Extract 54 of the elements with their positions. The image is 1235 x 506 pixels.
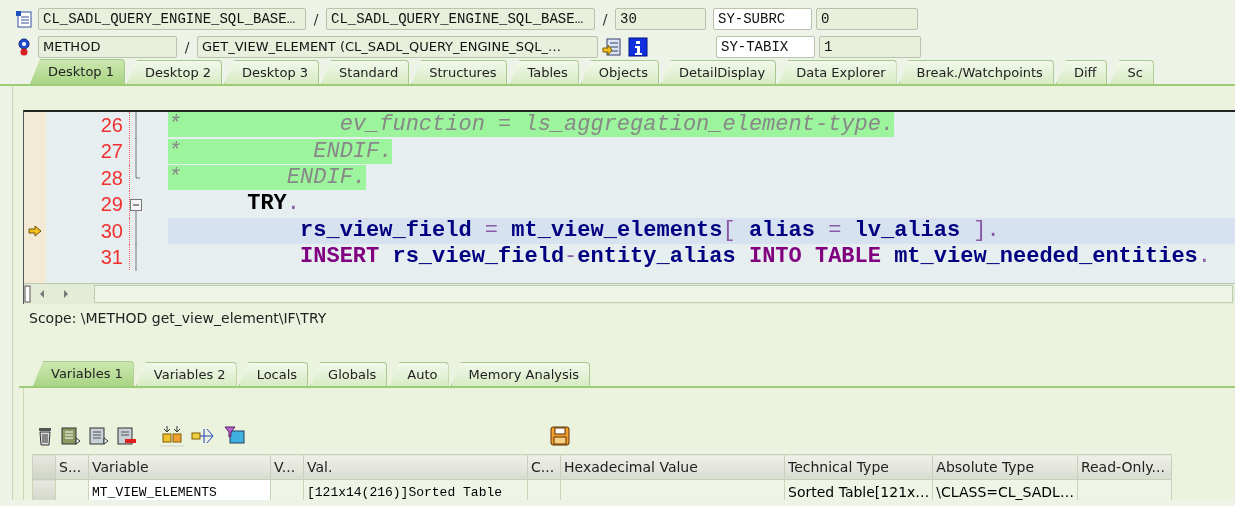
column-header[interactable]: Hexadecimal Value [560, 454, 785, 480]
code-line: TRY. [247, 191, 301, 218]
column-header[interactable]: Val. [303, 454, 528, 480]
info-icon[interactable] [628, 37, 648, 57]
tab[interactable]: Locals [238, 362, 309, 386]
include-field: CL_SADL_QUERY_ENGINE_SQL_BASE… [326, 8, 595, 30]
separator: / [601, 11, 609, 27]
column-header[interactable]: V... [270, 454, 304, 480]
tab[interactable]: Standard [321, 60, 410, 84]
system-field-name: SY-TABIX [716, 36, 815, 58]
tab[interactable]: Auto [389, 362, 449, 386]
event-field: GET_VIEW_ELEMENT (CL_SADL_QUERY_ENGINE_SQL_… [197, 36, 598, 58]
document-icon[interactable] [60, 426, 82, 446]
program-field: CL_SADL_QUERY_ENGINE_SQL_BASE… [38, 8, 306, 30]
system-field-value: 1 [819, 36, 921, 58]
tab[interactable]: Tables [509, 60, 579, 84]
scope-text: Scope: \METHOD get_view_element\IF\TRY [29, 310, 328, 328]
tab[interactable]: Variables 1 [33, 361, 134, 386]
tab[interactable]: Objects [580, 60, 659, 84]
tab[interactable]: DetailDisplay [660, 60, 777, 84]
tab[interactable]: Memory Analysis [450, 362, 591, 386]
navigate-icon[interactable] [602, 37, 622, 57]
tab[interactable]: Desktop 3 [224, 60, 320, 84]
column-header[interactable]: Absolute Type [932, 454, 1078, 480]
tab[interactable]: Structures [411, 60, 508, 84]
separator: / [183, 39, 191, 55]
system-field-value: 0 [816, 8, 918, 30]
system-field-name: SY-SUBRC [713, 8, 812, 30]
line-field: 30 [615, 8, 706, 30]
code-line: INSERT rs_view_field-entity_alias INTO TABLE mt_view_needed_entities. [300, 244, 1212, 271]
trash-icon[interactable] [36, 426, 54, 446]
column-header[interactable]: C... [527, 454, 561, 480]
tab[interactable]: Globals [310, 362, 388, 386]
tab[interactable]: Data Explorer [778, 60, 897, 84]
collapse-icon[interactable] [130, 199, 142, 219]
tab[interactable]: Break./Watchpoints [898, 60, 1054, 84]
code-line: rs_view_field = mt_view_elements[ alias = lv_alias ]. [300, 217, 1000, 244]
column-header[interactable]: Technical Type [784, 454, 933, 480]
document-icon[interactable] [88, 426, 110, 446]
save-icon[interactable] [550, 426, 570, 446]
document-icon [14, 9, 34, 29]
arrange-icon[interactable] [160, 425, 184, 447]
column-header[interactable]: Read-Only... [1077, 454, 1172, 480]
column-header[interactable]: S... [55, 454, 89, 480]
tab[interactable]: Variables 2 [135, 362, 237, 386]
separator: / [312, 11, 320, 27]
tab[interactable]: Desktop 2 [127, 60, 223, 84]
tab[interactable]: Sc [1109, 60, 1154, 84]
column-header[interactable]: Variable [88, 454, 271, 480]
event-type-field: METHOD [38, 36, 177, 58]
filter-box-icon[interactable] [222, 425, 248, 447]
tab[interactable]: Desktop 1 [30, 59, 125, 84]
tab[interactable]: Diff [1055, 60, 1108, 84]
document-remove-icon[interactable] [116, 426, 138, 446]
